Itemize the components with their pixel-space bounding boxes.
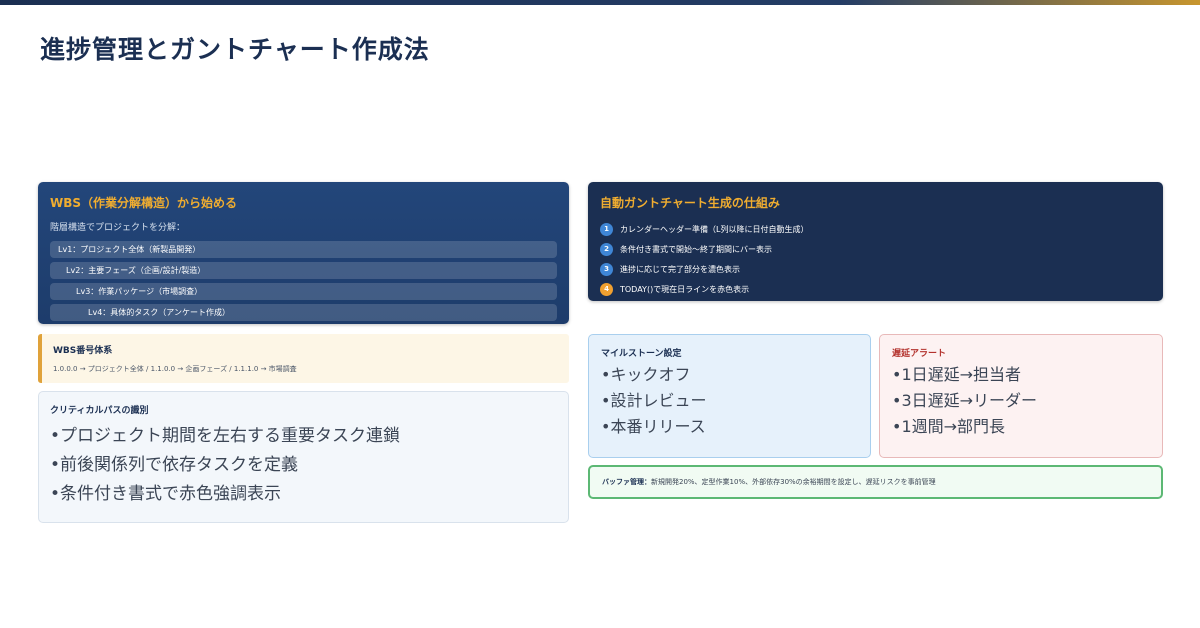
gantt-step: 4 TODAY()で現在日ラインを赤色表示 <box>600 279 1151 299</box>
list-item: •1日遅延→担当者 <box>892 365 1022 384</box>
wbs-level-list: Lv1：プロジェクト全体（新製品開発） Lv2：主要フェーズ（企画/設計/製造）… <box>50 241 557 321</box>
list-item: •設計レビュー <box>601 391 707 410</box>
top-accent-bar <box>0 0 1200 5</box>
buffer-management-card: バッファ管理： 新規開発20%、定型作業10%、外部依存30%の余裕期間を設定し… <box>588 465 1163 499</box>
wbs-level-1: Lv1：プロジェクト全体（新製品開発） <box>50 241 557 258</box>
milestone-list: •キックオフ •設計レビュー •本番リリース <box>601 362 858 440</box>
page-title: 進捗管理とガントチャート作成法 <box>40 35 430 64</box>
list-item: •1週間→部門長 <box>892 417 1006 436</box>
milestone-card: マイルストーン設定 •キックオフ •設計レビュー •本番リリース <box>588 334 871 458</box>
wbs-level-4: Lv4：具体的タスク（アンケート作成） <box>50 304 557 321</box>
list-item: •本番リリース <box>601 417 706 436</box>
gantt-step-list: 1 カレンダーヘッダー準備（L列以降に日付自動生成） 2 条件付き書式で開始〜終… <box>600 219 1151 299</box>
step-text: カレンダーヘッダー準備（L列以降に日付自動生成） <box>620 224 809 234</box>
step-number-badge: 1 <box>600 222 613 236</box>
critical-path-list: •プロジェクト期間を左右する重要タスク連鎖 •前後関係列で依存タスクを定義 •条… <box>50 422 556 509</box>
wbs-numbering-example: 1.0.0.0 → プロジェクト全体 / 1.1.0.0 → 企画フェーズ / … <box>53 365 297 373</box>
step-text: 条件付き書式で開始〜終了期間にバー表示 <box>620 244 772 254</box>
critical-path-card: クリティカルパスの識別 •プロジェクト期間を左右する重要タスク連鎖 •前後関係列… <box>38 391 569 523</box>
buffer-label: バッファ管理： <box>602 478 651 486</box>
delay-alert-list: •1日遅延→担当者 •3日遅延→リーダー •1週間→部門長 <box>892 362 1150 440</box>
delay-alert-heading: 遅延アラート <box>892 349 947 359</box>
step-number-badge: 3 <box>600 262 613 276</box>
wbs-card: WBS（作業分解構造）から始める 階層構造でプロジェクトを分解： Lv1：プロジ… <box>38 182 569 324</box>
delay-alert-card: 遅延アラート •1日遅延→担当者 •3日遅延→リーダー •1週間→部門長 <box>879 334 1163 458</box>
wbs-numbering-heading: WBS番号体系 <box>53 346 113 356</box>
gantt-step: 2 条件付き書式で開始〜終了期間にバー表示 <box>600 239 1151 259</box>
critical-path-heading: クリティカルパスの識別 <box>50 406 149 416</box>
wbs-numbering-card: WBS番号体系 1.0.0.0 → プロジェクト全体 / 1.1.0.0 → 企… <box>38 334 569 383</box>
step-text: 進捗に応じて完了部分を濃色表示 <box>620 264 740 274</box>
wbs-level-2: Lv2：主要フェーズ（企画/設計/製造） <box>50 262 557 279</box>
list-item: •条件付き書式で赤色強調表示 <box>50 484 282 504</box>
step-number-badge: 2 <box>600 242 613 256</box>
list-item: •前後関係列で依存タスクを定義 <box>50 455 299 475</box>
buffer-text: 新規開発20%、定型作業10%、外部依存30%の余裕期間を設定し、遅延リスクを事… <box>651 478 936 486</box>
list-item: •プロジェクト期間を左右する重要タスク連鎖 <box>50 426 401 446</box>
gantt-step: 3 進捗に応じて完了部分を濃色表示 <box>600 259 1151 279</box>
wbs-intro: 階層構造でプロジェクトを分解： <box>50 223 186 233</box>
milestone-heading: マイルストーン設定 <box>601 349 682 359</box>
wbs-heading: WBS（作業分解構造）から始める <box>50 196 238 210</box>
gantt-mechanism-card: 自動ガントチャート生成の仕組み 1 カレンダーヘッダー準備（L列以降に日付自動生… <box>588 182 1163 301</box>
list-item: •3日遅延→リーダー <box>892 391 1038 410</box>
wbs-level-3: Lv3：作業パッケージ（市場調査） <box>50 283 557 300</box>
gantt-heading: 自動ガントチャート生成の仕組み <box>600 196 780 210</box>
gantt-step: 1 カレンダーヘッダー準備（L列以降に日付自動生成） <box>600 219 1151 239</box>
step-number-badge: 4 <box>600 282 613 296</box>
list-item: •キックオフ <box>601 365 691 384</box>
step-text: TODAY()で現在日ラインを赤色表示 <box>620 284 750 294</box>
